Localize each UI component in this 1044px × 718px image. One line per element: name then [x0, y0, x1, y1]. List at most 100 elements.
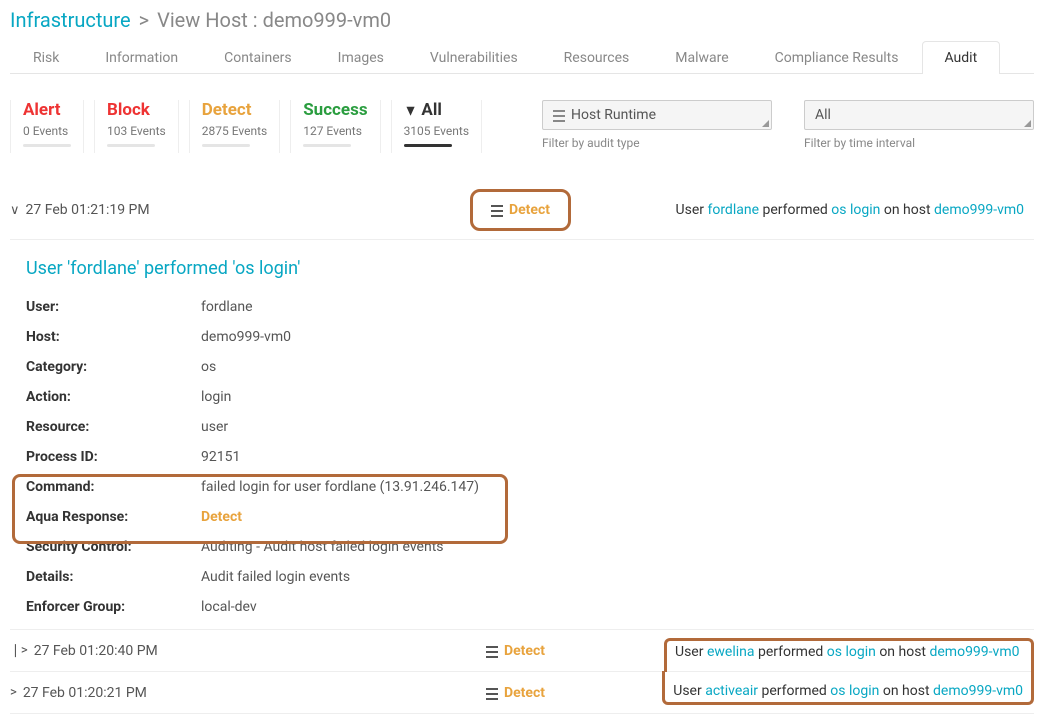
- dropdown-corner-icon: [1024, 120, 1031, 127]
- breadcrumb: Infrastructure > View Host : demo999-vm0: [10, 4, 1034, 40]
- row-summary: User ewelina performed os login on host …: [664, 638, 1034, 672]
- filter-bar: [107, 144, 155, 147]
- row-expand-toggle[interactable]: ❘> 27 Feb 01:20:40 PM: [10, 643, 210, 659]
- filter-bar: [303, 144, 351, 147]
- label-host: Host:: [26, 329, 201, 345]
- row-summary: User fordlane performed os login on host…: [676, 202, 1034, 218]
- label-process-id: Process ID:: [26, 449, 201, 465]
- filter-all-count: 3105 Events: [404, 124, 469, 138]
- label-aqua-response: Aqua Response:: [26, 509, 201, 525]
- filter-success-count: 127 Events: [303, 124, 367, 138]
- panel-title: User 'fordlane' performed 'os login': [26, 258, 1024, 279]
- detect-pill-label: Detect: [504, 685, 545, 701]
- row-summary: User activeair performed os login on hos…: [662, 671, 1034, 705]
- list-icon: [553, 110, 565, 120]
- row-expand-toggle[interactable]: > 27 Feb 01:20:21 PM: [10, 685, 210, 701]
- detect-pill-label: Detect: [504, 643, 545, 659]
- filter-success[interactable]: Success 127 Events: [290, 100, 380, 153]
- value-host: demo999-vm0: [201, 329, 1024, 345]
- tabs-nav: Risk Information Containers Images Vulne…: [10, 40, 1034, 74]
- user-link[interactable]: activeair: [705, 683, 758, 699]
- value-command: failed login for user fordlane (13.91.24…: [201, 479, 1024, 495]
- tab-containers[interactable]: Containers: [201, 41, 315, 74]
- funnel-icon: [404, 100, 422, 120]
- dropdown-corner-icon: [762, 120, 769, 127]
- filter-time-interval-value: All: [815, 107, 831, 123]
- filter-audit-type-value: Host Runtime: [571, 107, 656, 123]
- host-link[interactable]: demo999-vm0: [934, 202, 1024, 218]
- action-link[interactable]: os login: [830, 683, 879, 699]
- tab-audit[interactable]: Audit: [922, 41, 1001, 74]
- filter-detect[interactable]: Detect 2875 Events: [189, 100, 280, 153]
- detect-pill: Detect: [486, 685, 545, 701]
- chevron-right-icon: >: [10, 685, 17, 700]
- value-category: os: [201, 359, 1024, 375]
- host-link[interactable]: demo999-vm0: [933, 683, 1023, 699]
- audit-row: > 27 Feb 01:20:21 PM Detect User activea…: [10, 672, 1034, 714]
- chevron-right-icon: >: [139, 8, 149, 32]
- value-enforcer-group: local-dev: [201, 599, 1024, 615]
- filter-detect-count: 2875 Events: [202, 124, 267, 138]
- row-timestamp: 27 Feb 01:20:21 PM: [23, 685, 147, 701]
- detect-pill: Detect: [486, 643, 545, 659]
- value-user: fordlane: [201, 299, 1024, 315]
- tab-compliance-results[interactable]: Compliance Results: [752, 41, 922, 74]
- filter-block-title: Block: [107, 100, 150, 120]
- filter-block[interactable]: Block 103 Events: [94, 100, 179, 153]
- row-expand-toggle[interactable]: ∨ 27 Feb 01:21:19 PM: [10, 202, 210, 218]
- filter-alert[interactable]: Alert 0 Events: [10, 100, 84, 153]
- user-link[interactable]: ewelina: [707, 644, 755, 660]
- filter-detect-title: Detect: [202, 100, 252, 120]
- value-resource: user: [201, 419, 1024, 435]
- list-icon: [486, 646, 498, 656]
- label-enforcer-group: Enforcer Group:: [26, 599, 201, 615]
- action-link[interactable]: os login: [827, 644, 876, 660]
- filter-all[interactable]: All 3105 Events: [391, 100, 482, 153]
- tab-information[interactable]: Information: [82, 41, 201, 74]
- detail-grid: User: fordlane Host: demo999-vm0 Categor…: [26, 299, 1024, 615]
- selects-group: Host Runtime Filter by audit type All Fi…: [542, 100, 1034, 150]
- list-icon: [486, 688, 498, 698]
- breadcrumb-root[interactable]: Infrastructure: [10, 8, 131, 32]
- label-action: Action:: [26, 389, 201, 405]
- filter-audit-type-caption: Filter by audit type: [542, 136, 772, 150]
- filter-bar: [202, 144, 250, 147]
- label-user: User:: [26, 299, 201, 315]
- tab-images[interactable]: Images: [315, 41, 407, 74]
- row-timestamp: 27 Feb 01:20:40 PM: [34, 643, 158, 659]
- filter-audit-type-group: Host Runtime Filter by audit type: [542, 100, 772, 150]
- host-link[interactable]: demo999-vm0: [929, 644, 1019, 660]
- label-category: Category:: [26, 359, 201, 375]
- detect-pill: Detect: [470, 189, 571, 231]
- row-timestamp: 27 Feb 01:21:19 PM: [26, 202, 150, 218]
- filter-bar: [404, 144, 452, 147]
- breadcrumb-current: View Host : demo999-vm0: [157, 8, 391, 32]
- audit-row: ∨ 27 Feb 01:21:19 PM Detect User fordlan…: [10, 181, 1034, 240]
- value-process-id: 92151: [201, 449, 1024, 465]
- user-link[interactable]: fordlane: [707, 202, 759, 218]
- filter-block-count: 103 Events: [107, 124, 166, 138]
- label-security-control: Security Control:: [26, 539, 201, 555]
- tab-vulnerabilities[interactable]: Vulnerabilities: [407, 41, 541, 74]
- chevron-right-icon: ❘>: [10, 643, 28, 658]
- tab-risk[interactable]: Risk: [10, 41, 82, 74]
- filter-time-interval-select[interactable]: All: [804, 100, 1034, 130]
- value-action: login: [201, 389, 1024, 405]
- filter-all-title: All: [404, 100, 442, 120]
- label-resource: Resource:: [26, 419, 201, 435]
- tab-resources[interactable]: Resources: [541, 41, 653, 74]
- filters-row: Alert 0 Events Block 103 Events Detect 2…: [10, 100, 1034, 153]
- tab-malware[interactable]: Malware: [652, 41, 751, 74]
- filter-bar: [23, 144, 71, 147]
- filter-time-interval-caption: Filter by time interval: [804, 136, 1034, 150]
- list-icon: [491, 205, 503, 215]
- action-link[interactable]: os login: [831, 202, 880, 218]
- filter-success-title: Success: [303, 100, 367, 120]
- value-aqua-response: Detect: [201, 509, 1024, 525]
- label-command: Command:: [26, 479, 201, 495]
- filter-alert-title: Alert: [23, 100, 61, 120]
- filter-time-interval-group: All Filter by time interval: [804, 100, 1034, 150]
- filter-audit-type-select[interactable]: Host Runtime: [542, 100, 772, 130]
- filter-alert-count: 0 Events: [23, 124, 71, 138]
- audit-detail-panel: User 'fordlane' performed 'os login' Use…: [10, 240, 1034, 629]
